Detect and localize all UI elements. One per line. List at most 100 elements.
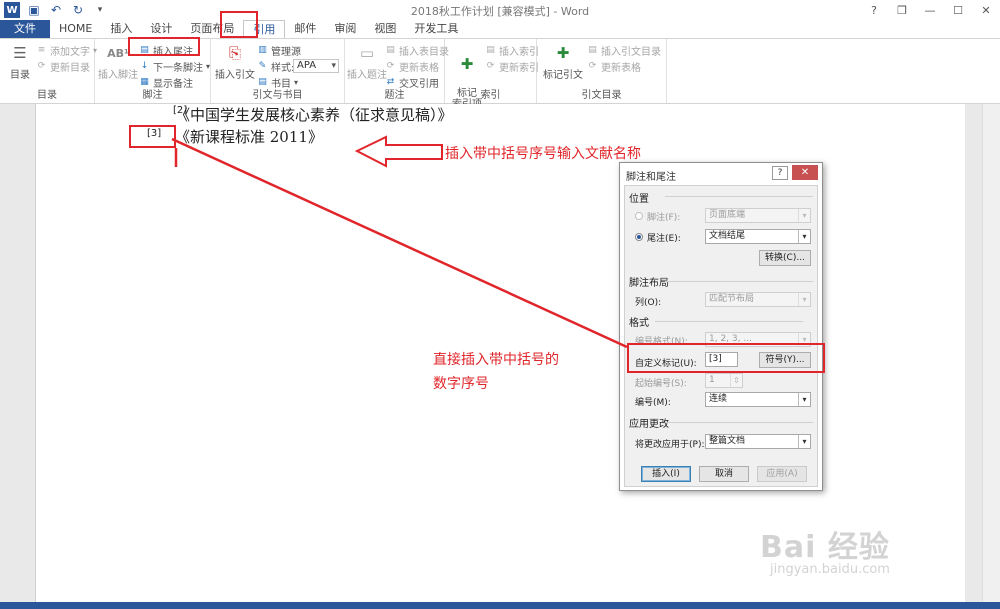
layout-section-title: 脚注布局 [629,278,669,289]
ribbon-tabs: 文件 HOME 插入 设计 页面布局 引用 邮件 审阅 视图 开发工具 [0,20,1000,38]
apply-to-select[interactable]: 整篇文档 ▾ [705,434,811,449]
group-citations: ⎘ 插入引文 ▥ 管理源 ✎ 样式: APA ▤ 书目▾ 引文与书目 [211,39,345,103]
insert-index-button[interactable]: ▤ 插入索引 [485,43,539,58]
numbering-label: 编号(M): [635,398,671,408]
insert-caption-icon: ▭ [359,44,375,62]
spinner-icon: ⇕ [730,374,742,387]
window-title: 2018秋工作计划 [兼容模式] - Word [410,5,590,18]
start-at-label: 起始编号(S): [635,379,687,389]
insert-toa-icon: ▤ [588,45,597,55]
insert-footnote-icon: AB¹ [107,46,129,60]
mark-citation-button[interactable]: ✚ 标记引文 [541,42,585,81]
apply-button[interactable]: 应用(A) [757,466,807,482]
footnote-radio[interactable] [635,212,643,220]
annotation-arrow-text: 插入带中括号序号输入文献名称 [445,146,641,162]
maximize-button[interactable]: ☐ [944,0,972,20]
columns-label: 列(O): [635,298,662,308]
close-button[interactable]: ✕ [972,0,1000,20]
chevron-down-icon: ▾ [798,230,810,243]
endnote-location-select[interactable]: 文档结尾 ▾ [705,229,811,244]
ribbon-display-icon[interactable]: ❐ [888,0,916,20]
help-icon[interactable]: ? [860,0,888,20]
insert-citation-icon: ⎘ [228,44,241,62]
update-table-button[interactable]: ⟳ 更新表格 [385,59,439,74]
group-index: ✚ 标记 索引项 ▤ 插入索引 ⟳ 更新索引 索引 [445,39,539,110]
watermark: Bai 经验 jingyan.baidu.com [760,530,890,577]
mark-citation-icon: ✚ [556,44,570,62]
update-index-button[interactable]: ⟳ 更新索引 [485,59,539,74]
tab-file[interactable]: 文件 [0,20,50,38]
position-section-title: 位置 [629,194,649,205]
columns-select[interactable]: 匹配节布局 ▾ [705,292,811,307]
vertical-scrollbar[interactable] [982,104,1000,602]
tab-mailings[interactable]: 邮件 [285,20,325,38]
next-footnote-button[interactable]: ↓ 下一条脚注 ▾ [139,59,210,74]
footnote-location-select[interactable]: 页面底端 ▾ [705,208,811,223]
insert-table-of-figures-button[interactable]: ▤ 插入表目录 [385,43,449,58]
update-index-icon: ⟳ [486,61,495,71]
update-toc-icon: ⟳ [37,61,46,71]
insert-toa-button[interactable]: ▤ 插入引文目录 [587,43,661,58]
minimize-button[interactable]: — [916,0,944,20]
tab-home[interactable]: HOME [50,20,101,38]
dialog-body: 位置 脚注(F): 页面底端 ▾ 尾注(E): 文档结尾 ▾ 转换(C)... 脚注… [624,185,818,487]
numbering-select[interactable]: 连续 ▾ [705,392,811,407]
tab-design[interactable]: 设计 [141,20,181,38]
update-toc-button[interactable]: ⟳ 更新目录 [36,59,90,74]
convert-button[interactable]: 转换(C)... [759,250,811,266]
format-section-title: 格式 [629,318,649,329]
chevron-down-icon: ▾ [798,209,810,222]
manage-sources-icon: ▥ [258,45,267,55]
tab-view[interactable]: 视图 [365,20,405,38]
insert-caption-button[interactable]: ▭ 插入题注 [347,42,387,81]
ref2-text[interactable]: 《中国学生发展核心素养（征求意见稿）》 [175,104,453,125]
toc-icon: ☰ [13,44,27,62]
group-captions: ▭ 插入题注 ▤ 插入表目录 ⟳ 更新表格 ⇄ 交叉引用 题注 [345,39,449,103]
tab-insert[interactable]: 插入 [101,20,141,38]
table-of-figures-icon: ▤ [386,45,395,55]
add-text-button[interactable]: ≡ 添加文字 ▾ [36,43,97,58]
style-icon: ✎ [258,61,267,71]
window-controls: ? ❐ — ☐ ✕ [860,0,1000,20]
add-text-icon: ≡ [37,45,46,55]
ref3-text[interactable]: 《新课程标准 2011》 [175,126,323,147]
update-table-icon: ⟳ [386,61,395,71]
annotation-box-custom-mark [627,343,825,373]
annotation-mid-text-1: 直接插入带中括号的 [433,352,559,368]
cancel-button[interactable]: 取消 [699,466,749,482]
insert-index-icon: ▤ [486,45,495,55]
group-toa: ✚ 标记引文 ▤ 插入引文目录 ⟳ 更新表格 引文目录 [537,39,667,103]
status-bar [0,602,1000,609]
toc-button[interactable]: ☰ 目录 [0,42,40,81]
style-label: ✎ 样式: [258,61,295,74]
update-toa-icon: ⟳ [588,61,597,71]
chevron-down-icon: ▾ [798,293,810,306]
group-toc: ☰ 目录 ≡ 添加文字 ▾ ⟳ 更新目录 目录 [0,39,97,103]
dialog-close-button[interactable]: ✕ [792,165,818,180]
title-bar: W ▣ ↶ ↻ ▾ 2018秋工作计划 [兼容模式] - Word ? ❐ — … [0,0,1000,20]
endnote-radio[interactable] [635,233,643,241]
insert-citation-button[interactable]: ⎘ 插入引文 [215,42,255,81]
tab-developer[interactable]: 开发工具 [405,20,467,38]
apply-to-label: 将更改应用于(P): [635,440,705,450]
endnote-label: 尾注(E): [647,234,681,244]
chevron-down-icon: ▾ [798,393,810,406]
left-margin [0,104,35,602]
insert-button[interactable]: 插入(I) [641,466,691,482]
annotation-box-references-tab [220,11,258,38]
annotation-mid-text-2: 数字序号 [433,376,489,392]
mark-entry-icon: ✚ [460,54,474,73]
start-at-spinner[interactable]: 1 ⇕ [705,373,743,388]
annotation-box-insert-endnote [128,37,200,56]
manage-sources-button[interactable]: ▥ 管理源 [257,43,301,58]
tab-review[interactable]: 审阅 [325,20,365,38]
footnote-endnote-dialog: 脚注和尾注 ? ✕ 位置 脚注(F): 页面底端 ▾ 尾注(E): 文档结尾 ▾ 转… [619,162,823,491]
update-toa-button[interactable]: ⟳ 更新表格 [587,59,641,74]
next-footnote-icon: ↓ [140,61,149,71]
apply-section-title: 应用更改 [629,419,669,430]
style-dropdown[interactable]: APA [293,59,339,73]
chevron-down-icon: ▾ [798,435,810,448]
dialog-help-button[interactable]: ? [772,166,788,180]
annotation-box-ref3 [129,125,176,148]
footnote-label: 脚注(F): [647,213,681,223]
